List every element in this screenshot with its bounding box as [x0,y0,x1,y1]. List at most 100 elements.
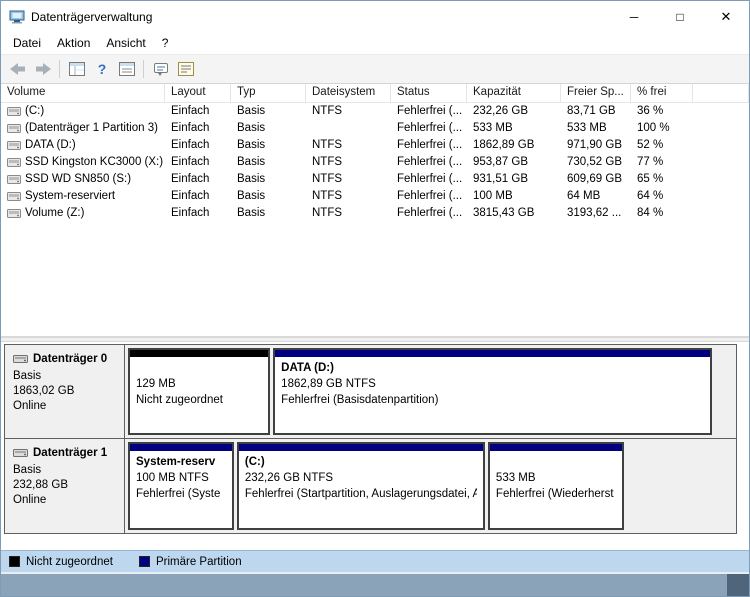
cell-dateisystem [306,120,391,137]
disk-type: Basis [13,370,42,382]
volume-row[interactable]: System-reserviert Einfach Basis NTFS Feh… [1,188,749,205]
volume-icon [7,208,21,219]
cell-dateisystem: NTFS [312,105,343,117]
cell-prozent-frei: 77 % [637,156,664,168]
cell-volume: (C:) [1,103,165,120]
unallocated-swatch [9,556,20,567]
bottom-strip [1,572,749,596]
cell-freier-speicher: 533 MB [567,122,607,134]
column-header-dateisystem[interactable]: Dateisystem [306,84,391,102]
menu-datei[interactable]: Datei [5,33,49,53]
volume-name: SSD Kingston KC3000 (X:) [25,156,164,168]
partition-unallocated[interactable]: 129 MB Nicht zugeordnet [128,348,271,435]
volume-row[interactable]: (C:) Einfach Basis NTFS Fehlerfrei (... … [1,103,749,120]
column-header-kapazitaet[interactable]: Kapazität [467,84,561,102]
legend-label: Primäre Partition [155,555,242,568]
cell-typ: Basis [237,139,266,151]
cell-status: Fehlerfrei (... [397,173,463,185]
cell-typ: Basis [237,173,266,185]
cell-status: Fehlerfrei (... [397,139,463,151]
column-header-layout[interactable]: Layout [165,84,231,102]
disk-status: Online [13,494,47,506]
disk-size: 232,88 GB [13,479,68,491]
cell-freier-speicher: 3193,62 ... [567,207,622,219]
volume-row[interactable]: DATA (D:) Einfach Basis NTFS Fehlerfrei … [1,137,749,154]
cell-prozent-frei: 84 % [637,207,664,219]
volume-row[interactable]: Volume (Z:) Einfach Basis NTFS Fehlerfre… [1,205,749,222]
toolbar: ? [1,54,749,84]
volume-row[interactable]: SSD WD SN850 (S:) Einfach Basis NTFS Feh… [1,171,749,188]
cell-dateisystem: NTFS [312,207,343,219]
column-header-prozent-frei[interactable]: % frei [631,84,693,102]
cell-typ: Basis [237,105,266,117]
console-tree-icon[interactable] [64,57,89,81]
partition-size: 1862,89 GB NTFS [281,378,376,390]
disk-icon [13,353,28,365]
app-icon[interactable] [9,9,25,25]
cell-layout: Einfach [171,173,210,185]
cell-status: Fehlerfrei (... [397,105,463,117]
bottom-corner [727,574,749,596]
cell-layout: Einfach [171,156,210,168]
partition-c[interactable]: (C:) 232,26 GB NTFS Fehlerfrei (Startpar… [236,442,485,530]
disk-name: Datenträger 0 [33,353,108,365]
legend-list-icon[interactable] [173,57,198,81]
column-header-status[interactable]: Status [391,84,467,102]
column-header-volume[interactable]: Volume [1,84,165,102]
cell-freier-speicher: 64 MB [567,190,601,202]
cell-volume: Volume (Z:) [1,205,165,222]
cell-typ: Basis [237,190,266,202]
column-header-freier-speicher[interactable]: Freier Sp... [561,84,631,102]
forward-icon[interactable] [30,57,55,81]
window-controls: ─ □ ✕ [611,1,749,32]
minimize-button[interactable]: ─ [611,1,657,32]
partition-system-reserved[interactable]: System-reserv 100 MB NTFS Fehlerfrei (Sy… [128,442,234,530]
legend-label: Nicht zugeordnet [26,555,113,568]
cell-volume: (Datenträger 1 Partition 3) [1,120,165,137]
partition-title [136,360,262,376]
legend-bar: Nicht zugeordnet Primäre Partition [1,550,749,572]
disk-type: Basis [13,464,42,476]
menu-aktion[interactable]: Aktion [49,33,98,53]
disk-management-window: Datenträgerverwaltung ─ □ ✕ Datei Aktion… [0,0,750,597]
help-icon[interactable]: ? [89,57,114,81]
partition-color-bar [130,444,232,451]
back-icon[interactable] [5,57,30,81]
disk-graphical-pane: Datenträger 0 Basis 1863,02 GB Online 12… [1,342,749,550]
window-title: Datenträgerverwaltung [31,9,153,24]
cell-freier-speicher: 971,90 GB [567,139,622,151]
cell-status: Fehlerfrei (... [397,156,463,168]
disk-name: Datenträger 1 [33,447,108,459]
cell-kapazitaet: 3815,43 GB [473,207,535,219]
maximize-button[interactable]: □ [657,1,703,32]
disk-row-1: Datenträger 1 Basis 232,88 GB Online Sys… [4,439,737,534]
disk-1-partitions: System-reserv 100 MB NTFS Fehlerfrei (Sy… [125,439,736,533]
volume-name: Volume (Z:) [25,207,85,219]
action-pane-icon[interactable] [148,57,173,81]
properties-icon[interactable] [114,57,139,81]
partition-status: Nicht zugeordnet [136,394,223,406]
column-header-typ[interactable]: Typ [231,84,306,102]
cell-typ: Basis [237,156,266,168]
disk-info-1[interactable]: Datenträger 1 Basis 232,88 GB Online [5,439,125,533]
partition-status: Fehlerfrei (Wiederherst [495,488,614,500]
menu-bar: Datei Aktion Ansicht ? [1,32,749,54]
cell-layout: Einfach [171,190,210,202]
partition-color-bar [275,350,710,357]
partition-title: (C:) [244,456,265,468]
partition-recovery[interactable]: 533 MB Fehlerfrei (Wiederherst [487,442,625,530]
disk-icon [13,447,28,459]
volume-name: SSD WD SN850 (S:) [25,173,132,185]
volume-row[interactable]: SSD Kingston KC3000 (X:) Einfach Basis N… [1,154,749,171]
volume-icon [7,123,21,134]
menu-hilfe[interactable]: ? [154,33,177,53]
cell-typ: Basis [237,207,266,219]
cell-kapazitaet: 1862,89 GB [473,139,535,151]
disk-info-0[interactable]: Datenträger 0 Basis 1863,02 GB Online [5,345,125,438]
partition-data-d[interactable]: DATA (D:) 1862,89 GB NTFS Fehlerfrei (Ba… [273,348,712,435]
close-button[interactable]: ✕ [703,1,749,32]
volume-name: System-reserviert [25,190,116,202]
menu-ansicht[interactable]: Ansicht [98,33,153,53]
volume-icon [7,106,21,117]
volume-row[interactable]: (Datenträger 1 Partition 3) Einfach Basi… [1,120,749,137]
